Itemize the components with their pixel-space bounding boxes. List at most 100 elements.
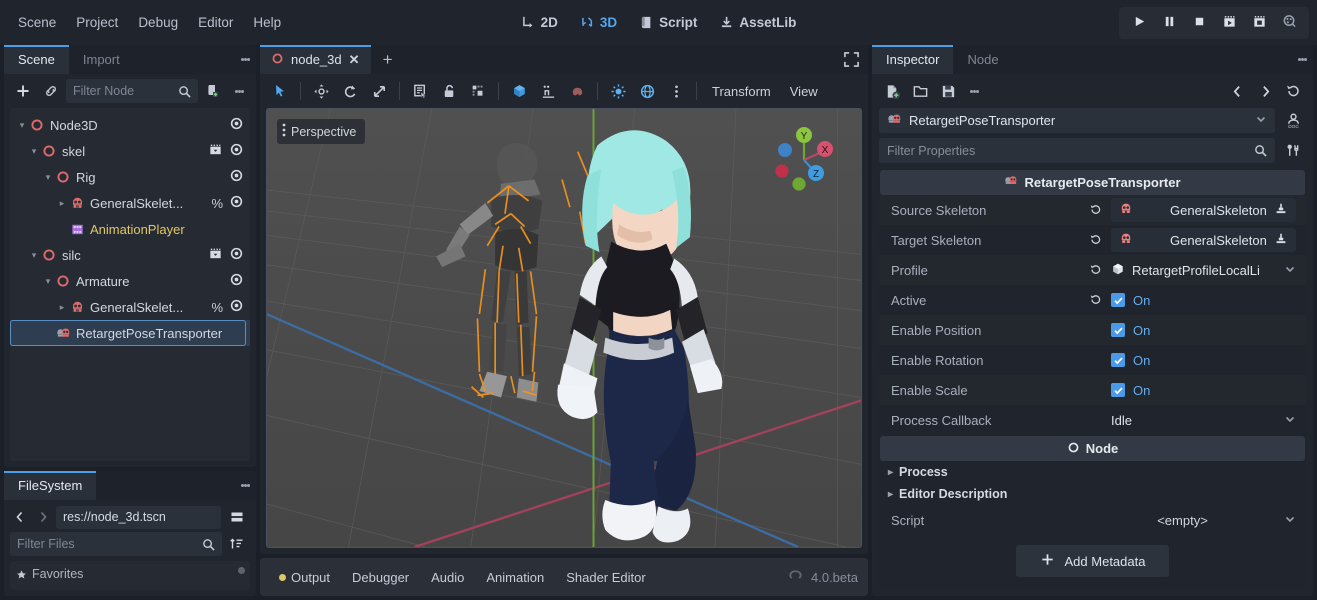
bottom-tab-audio[interactable]: Audio [422, 565, 473, 590]
assign-icon[interactable] [1274, 202, 1288, 219]
visibility-eye-icon[interactable] [229, 142, 244, 160]
expander-down-icon[interactable]: ▾ [42, 172, 54, 183]
list-select-icon[interactable] [406, 78, 434, 104]
revert-icon[interactable] [1087, 233, 1104, 247]
instantiate-child-scene-button[interactable] [38, 79, 64, 103]
menu-debug[interactable]: Debug [128, 10, 188, 35]
inspector-settings-button[interactable] [1280, 139, 1306, 163]
expander-down-icon[interactable]: ▾ [28, 146, 40, 157]
tree-item-retargetposetransporter[interactable]: RetargetPoseTransporter [10, 320, 250, 346]
scene-instance-icon[interactable] [208, 246, 223, 264]
select-tool-icon[interactable] [266, 78, 294, 104]
tab-import[interactable]: Import [69, 45, 134, 74]
add-metadata-button[interactable]: Add Metadata [1015, 545, 1170, 577]
inspector-menu-icon[interactable] [1291, 45, 1313, 74]
mesh-preview-icon[interactable] [563, 78, 591, 104]
checkbox-control[interactable]: On [1111, 353, 1296, 368]
enum-dropdown[interactable]: Idle [1111, 408, 1296, 432]
mode-2d-button[interactable]: 2D [512, 10, 567, 35]
menu-help[interactable]: Help [243, 10, 291, 35]
scrollbar-handle[interactable] [238, 567, 245, 574]
checkbox-control[interactable]: On [1111, 293, 1296, 308]
create-script-button[interactable] [200, 79, 226, 103]
checkbox-control[interactable]: On [1111, 323, 1296, 338]
bottom-tab-animation[interactable]: Animation [477, 565, 553, 590]
chevron-down-icon[interactable] [1255, 113, 1267, 128]
script-dropdown[interactable]: <empty> [1087, 513, 1306, 528]
menu-project[interactable]: Project [66, 10, 128, 35]
visibility-eye-icon[interactable] [229, 298, 244, 316]
scene-tab-node-3d[interactable]: node_3d ✕ [260, 45, 371, 74]
history-button[interactable] [1280, 79, 1306, 103]
tree-item-skel[interactable]: ▾ skel [10, 138, 250, 164]
preview-environment-icon[interactable] [633, 78, 661, 104]
transform-menu-button[interactable]: Transform [703, 80, 780, 103]
tab-inspector[interactable]: Inspector [872, 45, 954, 74]
checkbox-checked-icon[interactable] [1111, 383, 1125, 397]
chevron-right-icon[interactable]: ▸ [888, 467, 893, 478]
expander-right-icon[interactable]: ▸ [56, 198, 68, 209]
perspective-menu-button[interactable]: Perspective [277, 119, 366, 144]
section-process[interactable]: ▸ Process [879, 461, 1306, 483]
tab-scene[interactable]: Scene [4, 45, 69, 74]
checkbox-checked-icon[interactable] [1111, 353, 1125, 367]
bottom-tab-debugger[interactable]: Debugger [343, 565, 418, 590]
close-icon[interactable]: ✕ [349, 52, 360, 68]
save-resource-button[interactable] [935, 79, 961, 103]
more-options-icon[interactable] [662, 78, 690, 104]
tree-item-rig[interactable]: ▾ Rig [10, 164, 250, 190]
rotate-tool-icon[interactable] [336, 78, 364, 104]
visibility-eye-icon[interactable] [229, 194, 244, 212]
expander-down-icon[interactable]: ▾ [28, 250, 40, 261]
visibility-eye-icon[interactable] [229, 168, 244, 186]
move-tool-icon[interactable] [307, 78, 335, 104]
expander-down-icon[interactable]: ▾ [42, 276, 54, 287]
view-menu-button[interactable]: View [781, 80, 827, 103]
resource-field[interactable]: GeneralSkeleton [1111, 198, 1296, 222]
list-item[interactable]: Favorites [10, 565, 250, 583]
visibility-eye-icon[interactable] [229, 116, 244, 134]
chevron-right-icon[interactable]: ▸ [888, 489, 893, 500]
bottom-tab-output[interactable]: Output [270, 565, 339, 590]
sort-files-button[interactable] [224, 532, 250, 556]
unique-name-icon[interactable]: % [211, 300, 223, 315]
use-local-space-icon[interactable] [505, 78, 533, 104]
menu-editor[interactable]: Editor [188, 10, 243, 35]
lock-icon[interactable] [435, 78, 463, 104]
resource-field[interactable]: RetargetProfileLocalLi [1111, 258, 1296, 282]
open-documentation-button[interactable]: DOC [1280, 109, 1306, 133]
menu-scene[interactable]: Scene [8, 10, 66, 35]
snap-to-floor-icon[interactable] [534, 78, 562, 104]
scene-dock-menu-icon[interactable] [234, 45, 256, 74]
revert-icon[interactable] [1087, 203, 1104, 217]
tab-filesystem[interactable]: FileSystem [4, 471, 97, 500]
checkbox-control[interactable]: On [1111, 383, 1296, 398]
movie-maker-button[interactable] [1275, 10, 1303, 36]
pause-button[interactable] [1155, 10, 1183, 36]
distraction-free-mode-button[interactable] [834, 45, 868, 74]
tree-item-general-skeleton-1[interactable]: ▸ GeneralSkelet... % [10, 190, 250, 216]
assign-icon[interactable] [1274, 232, 1288, 249]
chevron-down-icon[interactable] [1284, 413, 1296, 428]
add-node-button[interactable] [10, 79, 36, 103]
3d-viewport[interactable]: Perspective Y X Z [266, 108, 862, 548]
add-scene-button[interactable]: + [371, 45, 405, 74]
tree-item-node3d[interactable]: ▾ Node3D [10, 112, 250, 138]
filter-files-input[interactable]: Filter Files [10, 532, 222, 556]
expander-right-icon[interactable]: ▸ [56, 302, 68, 313]
resource-field[interactable]: GeneralSkeleton [1111, 228, 1296, 252]
scene-tree[interactable]: ▾ Node3D ▾ skel ▾ Rig ▸ GeneralSkelet...… [10, 108, 250, 461]
edited-object-selector[interactable]: RetargetPoseTransporter [879, 108, 1275, 133]
scale-tool-icon[interactable] [365, 78, 393, 104]
chevron-down-icon[interactable] [1284, 513, 1296, 528]
revert-icon[interactable] [1087, 263, 1104, 277]
scene-instance-icon[interactable] [208, 142, 223, 160]
preview-sun-icon[interactable] [604, 78, 632, 104]
filter-node-input[interactable]: Filter Node [66, 79, 198, 103]
history-prev-button[interactable] [1224, 79, 1250, 103]
mode-script-button[interactable]: Script [630, 10, 706, 35]
resource-menu-icon[interactable] [963, 88, 985, 94]
tab-node[interactable]: Node [953, 45, 1012, 74]
stop-button[interactable] [1185, 10, 1213, 36]
tree-item-general-skeleton-2[interactable]: ▸ GeneralSkelet... % [10, 294, 250, 320]
